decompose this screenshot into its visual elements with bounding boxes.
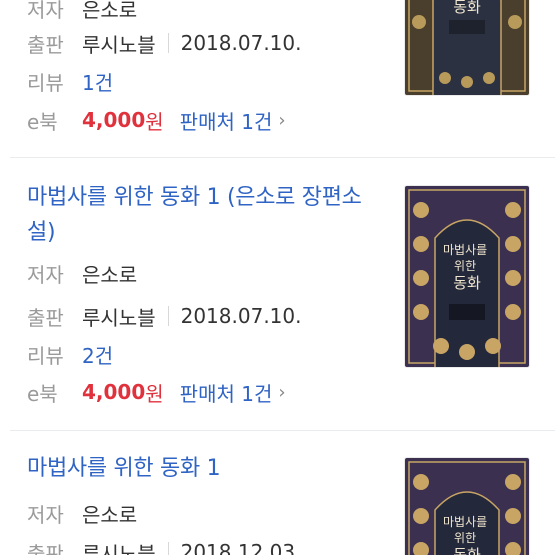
review-row: 리뷰 2건 — [27, 337, 113, 371]
author-name[interactable]: 은소로 — [82, 0, 137, 23]
publisher-label: 출판 — [27, 541, 64, 555]
review-count-link[interactable]: 2건 — [82, 340, 113, 369]
author-label: 저자 — [27, 502, 64, 527]
divider — [167, 33, 169, 53]
search-results: 저자 은소로 출판 루시노블 2018.07.10. 리뷰 1건 e북 4,00… — [0, 0, 555, 555]
review-label: 리뷰 — [27, 343, 64, 368]
publisher-label: 출판 — [27, 305, 64, 330]
ebook-label: e북 — [27, 109, 58, 134]
chevron-right-icon: › — [278, 109, 286, 131]
author-row: 저자 은소로 — [27, 256, 137, 290]
ebook-price: 4,000 — [82, 380, 146, 404]
publisher-row: 출판 루시노블 2018.07.10. — [27, 299, 301, 333]
publisher-name[interactable]: 루시노블 — [82, 29, 156, 58]
book-cover-image[interactable]: 동화 — [405, 0, 529, 95]
currency-unit: 원 — [145, 381, 164, 406]
divider — [167, 306, 169, 326]
author-row: 저자 은소로 — [27, 496, 137, 530]
book-title-link[interactable]: 마법사를 위한 동화 1 (은소로 장편소설) — [27, 180, 372, 250]
divider-line — [10, 157, 555, 158]
book-cover-image[interactable]: 마법사를 위한 동화 — [405, 186, 529, 367]
ebook-price: 4,000 — [82, 108, 146, 132]
publish-date: 2018.07.10. — [180, 31, 302, 55]
cover-title: 동화 — [453, 0, 481, 16]
publisher-row: 출판 루시노블 2018.12.03. — [27, 535, 301, 555]
author-name[interactable]: 은소로 — [82, 499, 137, 528]
publish-date: 2018.07.10. — [180, 304, 302, 328]
ebook-row: e북 4,000 원 판매처 1건 › — [27, 103, 286, 137]
chevron-right-icon: › — [278, 381, 286, 403]
cover-art: 동화 — [405, 0, 529, 95]
ebook-row: e북 4,000 원 판매처 1건 › — [27, 375, 286, 409]
review-count-link[interactable]: 1건 — [82, 67, 113, 96]
publisher-name[interactable]: 루시노블 — [82, 538, 156, 555]
author-row: 저자 은소로 — [27, 0, 137, 25]
divider — [167, 542, 169, 555]
publisher-row: 출판 루시노블 2018.07.10. — [27, 26, 301, 60]
review-row: 리뷰 1건 — [27, 64, 113, 98]
seller-link[interactable]: 판매처 1건 — [180, 378, 273, 407]
author-label: 저자 — [27, 0, 64, 22]
book-title-link[interactable]: 마법사를 위한 동화 1 — [27, 451, 372, 486]
publish-date: 2018.12.03. — [180, 540, 302, 555]
publisher-name[interactable]: 루시노블 — [82, 302, 156, 331]
publisher-label: 출판 — [27, 32, 64, 57]
author-name[interactable]: 은소로 — [82, 259, 137, 288]
cover-art: 마법사를 위한 동화 — [405, 458, 529, 555]
book-cover-image[interactable]: 마법사를 위한 동화 — [405, 458, 529, 555]
currency-unit: 원 — [145, 109, 164, 134]
author-label: 저자 — [27, 262, 64, 287]
review-label: 리뷰 — [27, 70, 64, 95]
divider-line — [10, 430, 555, 431]
seller-link[interactable]: 판매처 1건 — [180, 106, 273, 135]
cover-art: 마법사를 위한 동화 — [405, 186, 529, 367]
ebook-label: e북 — [27, 381, 58, 406]
